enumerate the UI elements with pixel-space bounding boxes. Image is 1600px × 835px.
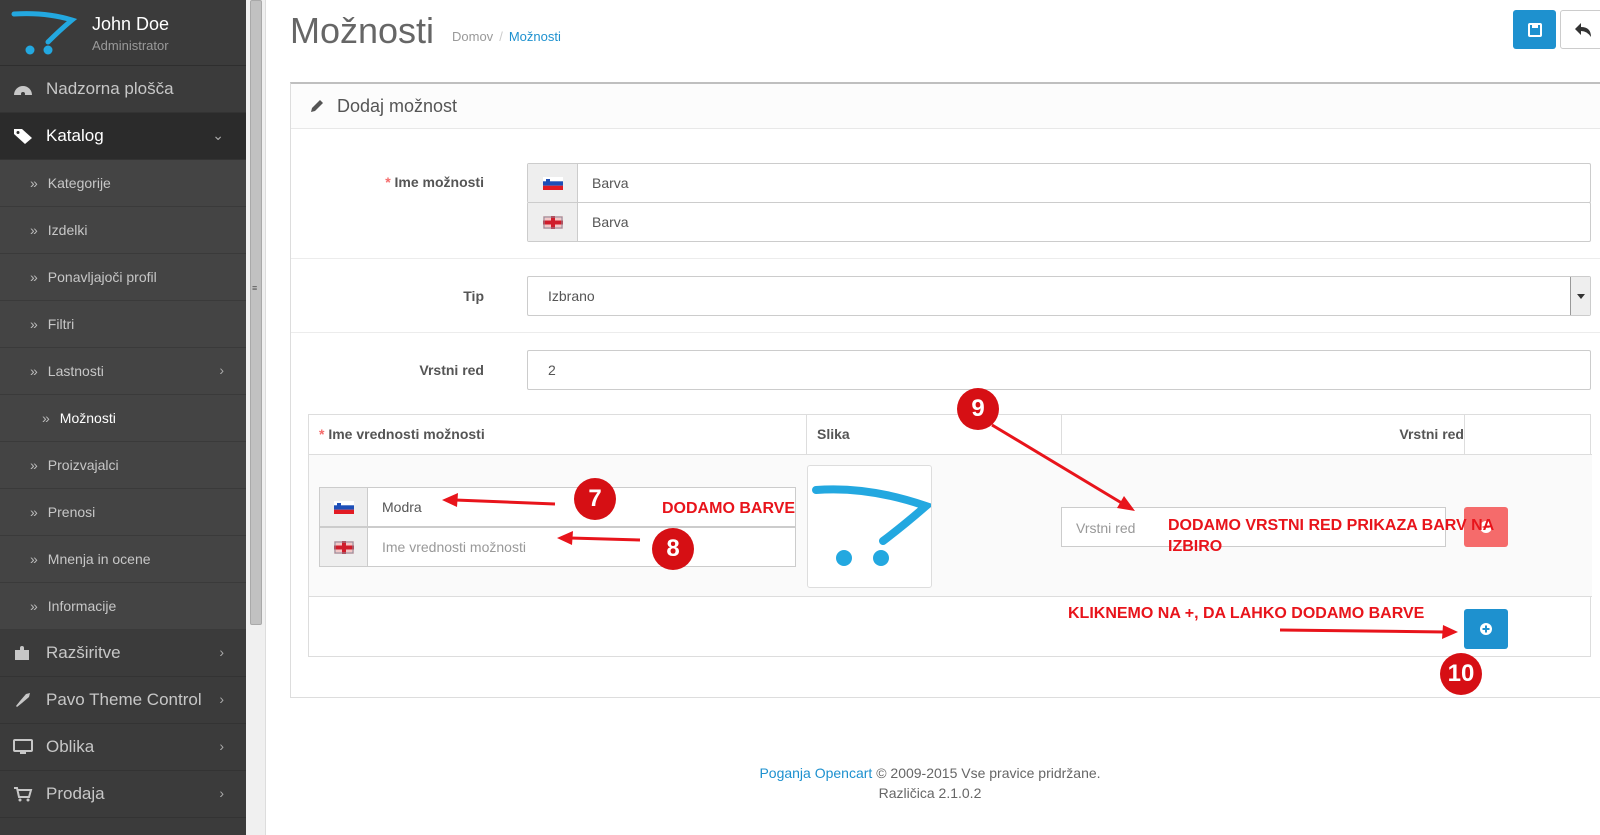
annotation-click-plus: KLIKNEMO NA +, DA LAHKO DODAMO BARVE [1068,605,1425,622]
annotation-arrows [442,423,1458,639]
annotation-arrow-10 [1279,625,1458,639]
annotation-add-order-line2: IZBIRO [1168,538,1223,555]
annotation-arrow-8 [557,531,641,545]
footer-version: Različica 2.1.0.2 [878,785,982,801]
annotation-badge-9: 9 [957,388,999,430]
footer-copyright: © 2009-2015 Vse pravice pridržane. [872,765,1101,781]
annotation-arrow-7 [442,493,556,507]
annotation-badge-10: 10 [1440,653,1482,695]
opencart-link[interactable]: Poganja Opencart [759,765,872,781]
annotation-badge-8: 8 [652,528,694,570]
annotation-add-colors: DODAMO BARVE [662,500,796,517]
annotation-arrow-9 [991,423,1135,511]
footer: Poganja Opencart © 2009-2015 Vse pravice… [260,763,1600,803]
annotation-add-order-line1: DODAMO VRSTNI RED PRIKAZA BARV NA [1168,517,1495,534]
footer-copyright-line: Poganja Opencart © 2009-2015 Vse pravice… [260,763,1600,783]
annotation-badge-7: 7 [574,478,616,520]
